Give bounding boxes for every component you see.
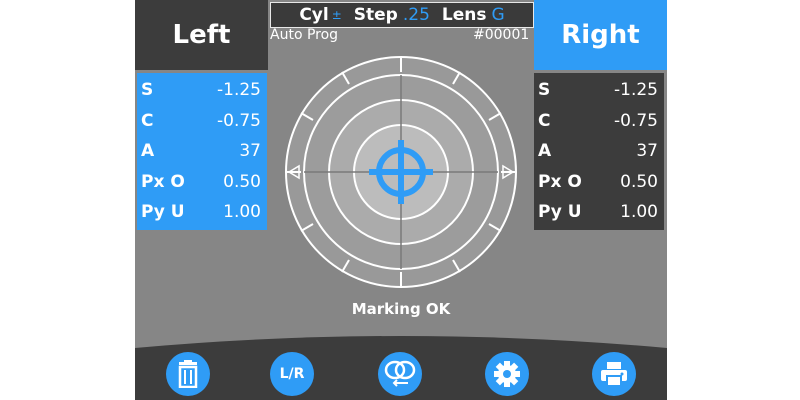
reading-label: C bbox=[141, 110, 154, 131]
reading-row-c: C -0.75 bbox=[137, 106, 267, 137]
step-label: Step bbox=[353, 5, 398, 25]
reading-label: Py U bbox=[141, 202, 185, 223]
reading-label: Px O bbox=[538, 171, 582, 192]
reading-row-s: S -1.25 bbox=[534, 75, 664, 106]
cyl-sign: ± bbox=[331, 8, 342, 22]
reading-label: S bbox=[141, 80, 154, 101]
reading-row-py: Py U 1.00 bbox=[534, 197, 664, 228]
printer-icon bbox=[601, 362, 627, 387]
step-value: .25 bbox=[402, 5, 430, 25]
right-readings-panel[interactable]: S -1.25 C -0.75 A 37 Px O 0.50 Py U 1.00 bbox=[534, 73, 664, 230]
reading-row-c: C -0.75 bbox=[534, 106, 664, 137]
delete-button[interactable] bbox=[166, 352, 210, 396]
right-lens-button[interactable]: Right bbox=[534, 0, 667, 70]
reading-row-px: Px O 0.50 bbox=[137, 167, 267, 198]
reading-row-py: Py U 1.00 bbox=[137, 197, 267, 228]
serial-number: #00001 bbox=[473, 27, 530, 43]
mode-label: Auto Prog bbox=[270, 27, 339, 43]
lens-value: G bbox=[491, 5, 505, 25]
reading-label: Px O bbox=[141, 171, 185, 192]
reading-row-a: A 37 bbox=[137, 136, 267, 167]
alignment-target bbox=[285, 56, 517, 288]
reading-value: 0.50 bbox=[620, 171, 658, 192]
reading-value: 37 bbox=[239, 141, 261, 162]
reading-value: -0.75 bbox=[217, 110, 261, 131]
lens-swap-icon bbox=[384, 360, 416, 387]
reading-label: S bbox=[538, 80, 551, 101]
reading-value: 1.00 bbox=[223, 202, 261, 223]
marking-status: Marking OK bbox=[351, 300, 451, 318]
left-right-toggle-button[interactable]: L/R bbox=[270, 352, 314, 396]
reading-label: C bbox=[538, 110, 551, 131]
lens-mode-button[interactable] bbox=[378, 352, 422, 396]
reading-row-a: A 37 bbox=[534, 136, 664, 167]
reading-value: 37 bbox=[636, 141, 658, 162]
reading-label: A bbox=[141, 141, 155, 162]
reading-label: A bbox=[538, 141, 552, 162]
lens-label: Lens bbox=[441, 5, 487, 25]
reading-value: -1.25 bbox=[217, 80, 261, 101]
status-bar: Cyl ± Step .25 Lens G bbox=[270, 2, 534, 28]
left-lens-button[interactable]: Left bbox=[135, 0, 268, 70]
left-readings-panel[interactable]: S -1.25 C -0.75 A 37 Px O 0.50 Py U 1.00 bbox=[137, 73, 267, 230]
reading-row-px: Px O 0.50 bbox=[534, 167, 664, 198]
gear-icon bbox=[494, 361, 520, 387]
reading-value: -0.75 bbox=[614, 110, 658, 131]
reading-value: 0.50 bbox=[223, 171, 261, 192]
reading-label: Py U bbox=[538, 202, 582, 223]
reading-value: -1.25 bbox=[614, 80, 658, 101]
settings-button[interactable] bbox=[485, 352, 529, 396]
trash-icon bbox=[178, 360, 198, 388]
reading-row-s: S -1.25 bbox=[137, 75, 267, 106]
cyl-label: Cyl bbox=[299, 5, 329, 25]
screen: Left Right Cyl ± Step .25 Lens G Auto Pr… bbox=[135, 0, 667, 400]
print-button[interactable] bbox=[592, 352, 636, 396]
reading-value: 1.00 bbox=[620, 202, 658, 223]
